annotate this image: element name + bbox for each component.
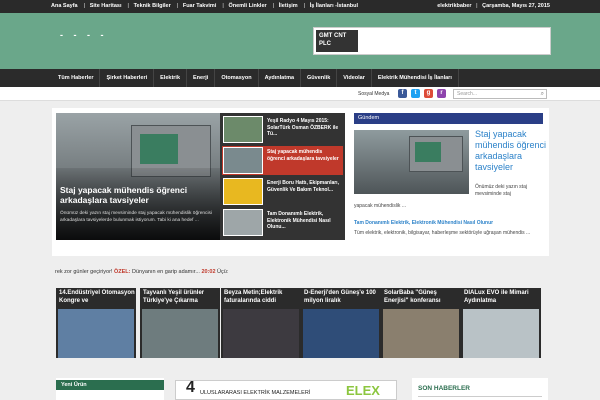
slider-thumbnails: Yeşil Radyo 4 Mayıs 2015: SolarTürk Osma… — [220, 113, 345, 240]
card-image — [383, 309, 459, 358]
ticker-text[interactable]: Üçü: — [217, 269, 228, 275]
thumb-image — [223, 147, 263, 174]
card-image — [303, 309, 379, 358]
top-link-contact[interactable]: İletişim — [279, 3, 298, 9]
banner-number: 4 — [186, 379, 195, 396]
header-ad-banner[interactable]: GMT CNT PLC — [313, 27, 551, 55]
top-bar: Ana Sayfa | Site Haritası | Teknik Bilgile… — [0, 0, 600, 13]
banner-text: ULUSLARARASI ELEKTRİK MALZEMELERİ — [200, 390, 311, 396]
slider-thumb[interactable]: Yeşil Radyo 4 Mayıs 2015: SolarTürk Osma… — [222, 115, 343, 144]
card-image — [463, 309, 539, 358]
card-title: D-Enerji'den Güneş'e 100 milyon liralık — [304, 290, 376, 304]
facebook-icon[interactable]: f — [398, 89, 407, 98]
slider-caption[interactable]: Staj yapacak mühendis öğrenci arkadaşlar… — [60, 185, 216, 205]
new-product-header: Yeni Ürün — [56, 380, 164, 390]
news-card[interactable]: SolarBaba "Güneş Enerjisi" konferansı — [381, 288, 461, 358]
thumb-image — [223, 116, 263, 143]
thumb-image — [223, 209, 263, 236]
top-link-important-links[interactable]: Önemli Linkler — [228, 3, 266, 9]
banner-brand: ELEX — [346, 383, 380, 398]
nav-item-automation[interactable]: Otomasyon — [215, 69, 259, 87]
nav-item-videos[interactable]: Videolar — [337, 69, 372, 87]
agenda-description: Önümüz deki yazın staj mevsiminde staj — [475, 184, 527, 197]
agenda-header: Gündem — [354, 113, 543, 124]
card-title: Beyza Metin;Elektrik faturalarında ciddi — [224, 290, 283, 304]
main-nav: Tüm Haberler Şirket Haberleri Elektrik E… — [0, 69, 600, 87]
elex-banner[interactable]: 4 ULUSLARARASI ELEKTRİK MALZEMELERİ ELEX — [175, 379, 397, 400]
agenda-image[interactable] — [354, 130, 469, 194]
latest-news-header: SON HABERLER — [418, 385, 471, 392]
search-placeholder: Search... — [457, 91, 478, 97]
card-image — [142, 309, 218, 358]
latest-news-widget: SON HABERLER — [412, 378, 548, 400]
news-card[interactable]: Beyza Metin;Elektrik faturalarında ciddi — [221, 288, 301, 358]
news-card[interactable]: 14.Endüstriyel Otomasyon Kongre ve — [56, 288, 136, 358]
news-card[interactable]: DIALux EVO ile Mimari Aydınlatma — [461, 288, 541, 358]
ticker-text[interactable]: rek zor günler geçiriyor! — [55, 269, 112, 275]
slider-thumb[interactable]: Tam Donanımlı Elektrik, Elektronik Mühen… — [222, 208, 343, 237]
ticker-time: 20:02 — [201, 269, 216, 275]
new-product-widget: Yeni Ürün — [56, 378, 164, 400]
top-link-technical[interactable]: Teknik Bilgiler — [134, 3, 171, 9]
news-card[interactable]: D-Enerji'den Güneş'e 100 milyon liralık — [301, 288, 381, 358]
news-cards: 14.Endüstriyel Otomasyon Kongre ve Tayva… — [56, 288, 541, 358]
top-link-fair-calendar[interactable]: Fuar Takvimi — [183, 3, 217, 9]
slider-description: Önümüz deki yazın staj mevsiminde staj y… — [60, 211, 212, 223]
search-input[interactable]: Search... ⌕ — [453, 89, 547, 99]
top-link-jobs[interactable]: İş İlanları -İstanbul — [310, 3, 358, 9]
thumb-title: Tam Donanımlı Elektrik, Elektronik Mühen… — [267, 211, 331, 230]
news-ticker: rek zor günler geçiriyor! ÖZEL: Dünyanın… — [0, 262, 600, 282]
top-link-home[interactable]: Ana Sayfa — [51, 3, 78, 9]
card-title: SolarBaba "Güneş Enerjisi" konferansı — [384, 290, 441, 304]
thumb-title: Staj yapacak mühendis öğrenci arkadaşlar… — [267, 149, 339, 162]
card-title: 14.Endüstriyel Otomasyon Kongre ve — [59, 290, 135, 304]
slider-thumb[interactable]: Enerji Boru Hattı, Ekipmanları, Güvenlik… — [222, 177, 343, 206]
rss-icon[interactable]: r — [437, 89, 446, 98]
social-label: Sosyal Medya — [358, 91, 390, 97]
top-username[interactable]: elektrikbaber — [437, 3, 471, 9]
site-logo[interactable]: - - - - — [60, 30, 108, 40]
agenda-description-cont: yapacak mühendislik ... — [354, 203, 406, 209]
slider-thumb-active[interactable]: Staj yapacak mühendis öğrenci arkadaşlar… — [222, 146, 343, 175]
top-date: Çarşamba, Mayıs 27, 2015 — [482, 3, 550, 9]
nav-item-all-news[interactable]: Tüm Haberler — [52, 69, 101, 87]
divider — [418, 396, 542, 397]
card-title: DIALux EVO ile Mimari Aydınlatma — [464, 290, 529, 304]
news-card[interactable]: Tayvanlı Yeşil ürünler Türkiye'ye Çıkarm… — [140, 288, 220, 358]
search-icon[interactable]: ⌕ — [541, 91, 544, 98]
card-image — [58, 309, 134, 358]
twitter-icon[interactable]: t — [411, 89, 420, 98]
ticker-highlight: ÖZEL: — [114, 269, 131, 275]
thumb-image — [223, 178, 263, 205]
nav-item-security[interactable]: Güvenlik — [301, 69, 338, 87]
nav-item-company-news[interactable]: Şirket Haberleri — [100, 69, 155, 87]
google-plus-icon[interactable]: g — [424, 89, 433, 98]
thumb-title: Enerji Boru Hattı, Ekipmanları, Güvenlik… — [267, 180, 339, 193]
card-title: Tayvanlı Yeşil ürünler Türkiye'ye Çıkarm… — [143, 290, 205, 304]
card-image — [223, 309, 299, 358]
ticker-text[interactable]: Dünyanın en garip adamır... — [132, 269, 200, 275]
agenda-title[interactable]: Staj yapacak mühendis öğrenci arkadaşlar… — [475, 129, 547, 173]
ad-badge: GMT CNT PLC — [316, 30, 358, 52]
agenda-link-description: Tüm elektrik, elektronik, bilgisayar, ha… — [354, 230, 531, 236]
social-bar: Sosyal Medya f t g r Search... ⌕ — [0, 87, 600, 101]
nav-item-energy[interactable]: Enerji — [187, 69, 216, 87]
agenda-link[interactable]: Tam Donanımlı Elektrik, Elektronik Mühen… — [354, 220, 544, 226]
thumb-title: Yeşil Radyo 4 Mayıs 2015: SolarTürk Osma… — [267, 118, 339, 137]
nav-item-engineer-jobs[interactable]: Elektrik Mühendisi İş İlanları — [372, 69, 459, 87]
nav-item-lighting[interactable]: Aydınlatma — [259, 69, 302, 87]
top-links: Ana Sayfa | Site Haritası | Teknik Bilgile… — [51, 3, 359, 9]
nav-item-electric[interactable]: Elektrik — [154, 69, 188, 87]
top-link-sitemap[interactable]: Site Haritası — [90, 3, 122, 9]
